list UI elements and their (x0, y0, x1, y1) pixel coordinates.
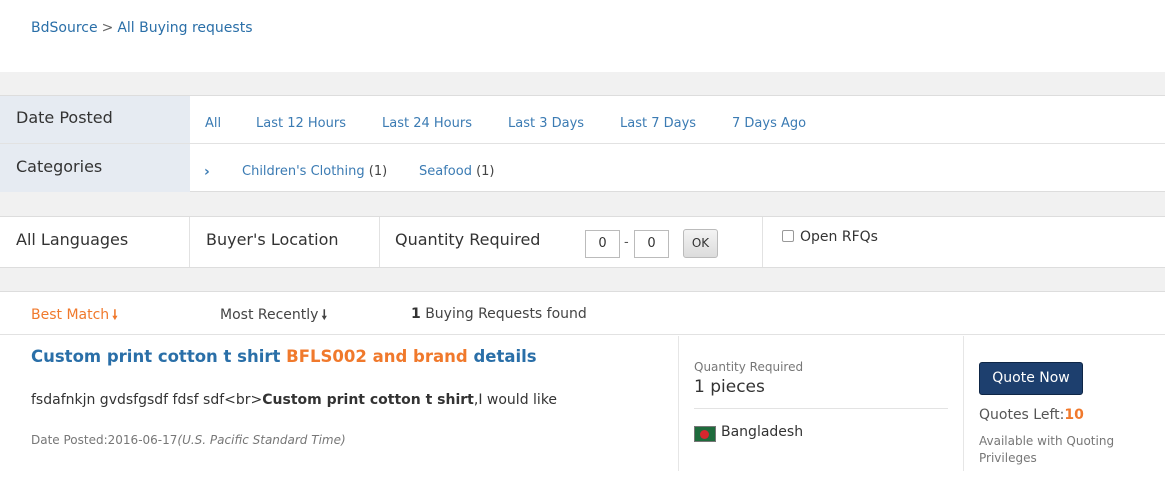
quantity-value: 1 pieces (694, 377, 765, 397)
chevron-right-icon[interactable]: › (204, 164, 210, 180)
results-panel: Best Match 🠗 Most Recently 🠗 1 Buying Requ… (0, 291, 1165, 498)
results-count-number: 1 (411, 306, 421, 322)
category-name: Children's Clothing (242, 164, 365, 179)
divider (694, 408, 948, 409)
date-option-3d[interactable]: Last 3 Days (508, 116, 584, 131)
sort-best-match[interactable]: Best Match 🠗 (31, 306, 118, 328)
sort-most-recently[interactable]: Most Recently 🠗 (220, 306, 327, 328)
buying-request-item: Custom print cotton t shirt BFLS002 and … (0, 336, 1165, 496)
filter-panel: Date Posted All Last 12 Hours Last 24 Ho… (0, 95, 1165, 192)
category-count: (1) (368, 164, 388, 179)
arrow-down-icon: 🠗 (321, 308, 328, 323)
open-rfqs-checkbox[interactable] (782, 230, 794, 242)
title-part: Custom print cotton t shirt (31, 347, 281, 366)
breadcrumb-home-link[interactable]: BdSource (31, 20, 98, 36)
desc-suffix: ,I would like (473, 392, 558, 408)
open-rfqs-label: Open RFQs (800, 229, 878, 245)
date-label: Date Posted: (31, 433, 108, 447)
results-count: 1 Buying Requests found (411, 306, 587, 322)
date-option-12h[interactable]: Last 12 Hours (256, 116, 346, 131)
date-value: 2016-06-17 (107, 433, 178, 447)
buyer-country: Bangladesh (721, 424, 804, 440)
date-option-7d-ago[interactable]: 7 Days Ago (732, 116, 806, 131)
quantity-max-input[interactable]: 0 (634, 230, 669, 258)
quotes-left-label: Quotes Left: (979, 407, 1065, 423)
breadcrumb: BdSource > All Buying requests (31, 20, 253, 36)
category-name: Seafood (419, 164, 472, 179)
divider (963, 336, 964, 471)
date-option-24h[interactable]: Last 24 Hours (382, 116, 472, 131)
breadcrumb-bar: BdSource > All Buying requests (0, 0, 1165, 72)
divider (678, 336, 679, 471)
availability-note: Available with Quoting Privileges (979, 434, 1115, 465)
sort-best-label: Best Match (31, 307, 110, 323)
desc-bold: Custom print cotton t shirt (262, 392, 474, 408)
arrow-down-icon: 🠗 (112, 308, 118, 323)
ok-button[interactable]: OK (683, 229, 718, 258)
sort-recent-label: Most Recently (220, 307, 319, 323)
sort-bar: Best Match 🠗 Most Recently 🠗 1 Buying Requ… (0, 292, 1165, 335)
quotes-left-value: 10 (1064, 407, 1084, 423)
quantity-label: Quantity Required (395, 230, 541, 249)
results-count-text: Buying Requests found (425, 306, 587, 322)
date-posted-row: Date Posted All Last 12 Hours Last 24 Ho… (0, 96, 1165, 144)
breadcrumb-separator: > (101, 20, 114, 36)
date-posted-label: Date Posted (0, 96, 190, 143)
quote-now-button[interactable]: Quote Now (979, 362, 1083, 395)
date-timezone: (U.S. Pacific Standard Time) (177, 433, 346, 447)
bangladesh-flag-icon (694, 426, 716, 442)
quantity-required-label: Quantity Required (694, 360, 804, 374)
date-option-all[interactable]: All (205, 116, 221, 131)
secondary-filter-bar: All Languages Buyer's Location Quantity … (0, 216, 1165, 268)
open-rfqs-toggle[interactable]: Open RFQs (782, 229, 878, 245)
title-highlight: BFLS002 and brand (286, 347, 468, 366)
request-title-link[interactable]: Custom print cotton t shirt BFLS002 and … (31, 347, 537, 366)
quantity-filter: Quantity Required 0 - 0 OK (380, 217, 763, 267)
buyer-location-dropdown[interactable]: Buyer's Location (190, 217, 380, 267)
categories-label: Categories (0, 144, 190, 192)
category-childrens-clothing[interactable]: Children's Clothing (1) (242, 164, 387, 179)
categories-row: Categories › Children's Clothing (1) Sea… (0, 144, 1165, 192)
category-seafood[interactable]: Seafood (1) (419, 164, 495, 179)
category-count: (1) (476, 164, 495, 179)
quantity-min-input[interactable]: 0 (585, 230, 620, 258)
breadcrumb-current-link[interactable]: All Buying requests (117, 20, 252, 36)
languages-dropdown[interactable]: All Languages (0, 217, 190, 267)
date-option-7d[interactable]: Last 7 Days (620, 116, 696, 131)
desc-prefix: fsdafnkjn gvdsfgsdf fdsf sdf<br> (31, 392, 263, 408)
title-part: details (473, 347, 537, 366)
quotes-left: Quotes Left:10 (979, 407, 1084, 423)
date-posted: Date Posted:2016-06-17(U.S. Pacific Stan… (31, 433, 346, 447)
request-description: fsdafnkjn gvdsfgsdf fdsf sdf<br>Custom p… (31, 392, 557, 408)
quantity-dash: - (624, 235, 629, 250)
